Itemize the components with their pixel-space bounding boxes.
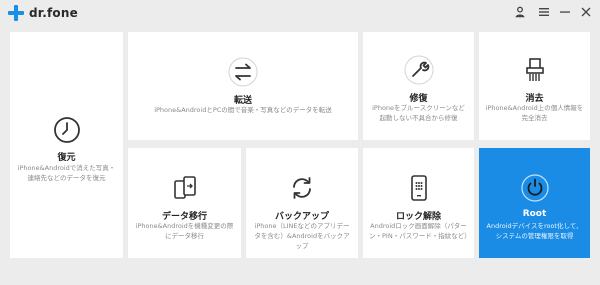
tool-card-erase[interactable]: 消去 iPhone&Android上の個人情報を完全消去 [479, 32, 590, 140]
minimize-icon[interactable] [557, 4, 573, 20]
tool-description: iPhone&Android上の個人情報を完全消去 [485, 104, 584, 122]
tool-card-transfer[interactable]: 転送 iPhone&AndroidとPCの間で音楽・写真などのデータを転送 [128, 32, 358, 140]
title-bar: dr.fone [0, 0, 600, 26]
plus-logo-icon [8, 5, 24, 21]
tool-card-recover[interactable]: 復元 iPhone&Androidで消えた写真・連絡先などのデータを復元 [10, 32, 123, 258]
wrench-icon [403, 54, 435, 86]
tool-card-unlock[interactable]: ロック解除 Androidロック画面解除（パターン・PIN・パスワード・指紋など… [363, 148, 474, 258]
tool-description: iPhone&Androidで消えた写真・連絡先などのデータを復元 [17, 164, 116, 182]
menu-icon[interactable] [536, 4, 552, 20]
tool-card-repair[interactable]: 修復 iPhoneをブルースクリーンなど起動しない不具合から修復 [363, 32, 474, 140]
tool-description: Androidデバイスをroot化して、システムの管理権限を取得 [486, 222, 583, 240]
app-name: dr.fone [29, 6, 78, 20]
tool-description: iPhoneをブルースクリーンなど起動しない不具合から修復 [372, 104, 465, 122]
user-icon[interactable] [512, 4, 528, 20]
phone-lock-icon [403, 172, 435, 204]
power-icon [519, 172, 551, 204]
tool-card-backup[interactable]: バックアップ iPhone（LINEなどのアプリデータを含む）&Androidを… [246, 148, 358, 258]
tool-description: Androidロック画面解除（パターン・PIN・パスワード・指紋など） [369, 222, 471, 240]
tool-card-migrate[interactable]: データ移行 iPhone&Androidを機種変更の際にデータ移行 [128, 148, 241, 258]
clock-icon [51, 114, 83, 146]
transfer-arrows-icon [227, 56, 259, 88]
phone-transfer-icon [169, 172, 201, 204]
tool-title: 復元 [57, 153, 76, 163]
tool-description: iPhone&Androidを機種変更の際にデータ移行 [135, 222, 234, 240]
sync-icon [286, 172, 318, 204]
shredder-icon [519, 54, 551, 86]
tool-card-root[interactable]: Root Androidデバイスをroot化して、システムの管理権限を取得 [479, 148, 590, 258]
app-logo: dr.fone [8, 4, 78, 22]
tool-description: iPhone&AndroidとPCの間で音楽・写真などのデータを転送 [154, 106, 332, 114]
tool-description: iPhone（LINEなどのアプリデータを含む）&Androidをバックアップ [254, 222, 350, 250]
close-icon[interactable] [578, 4, 594, 20]
tool-title: Root [522, 209, 547, 219]
